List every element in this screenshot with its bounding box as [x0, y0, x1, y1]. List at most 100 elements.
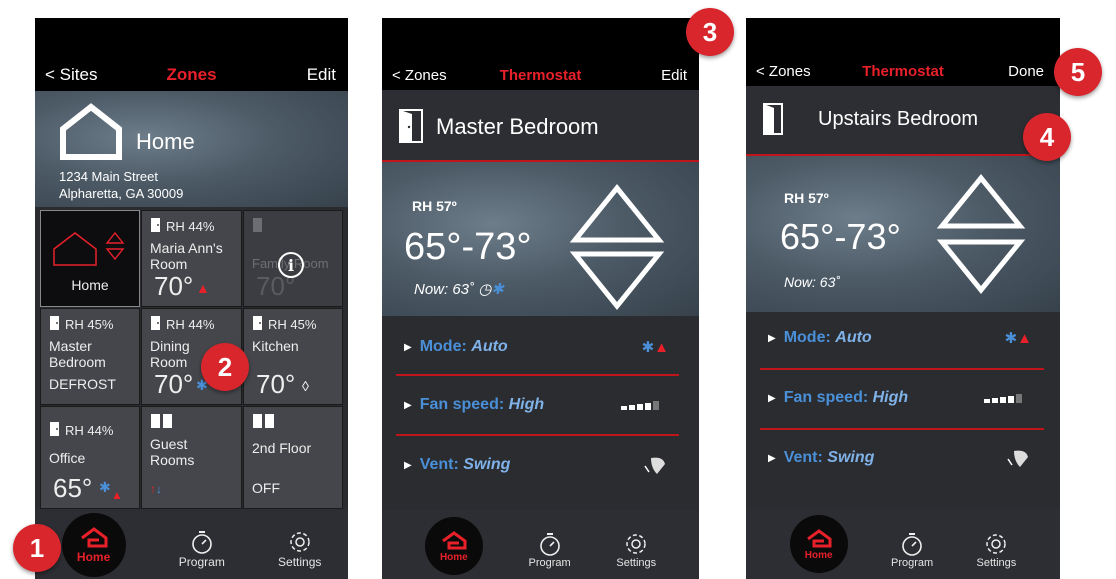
decrease-temp-button[interactable]: [936, 236, 1026, 296]
tab-label: Program: [178, 555, 225, 569]
fan-speed-row[interactable]: ▶ Fan speed: High: [746, 370, 1060, 426]
tab-label: Settings: [976, 557, 1017, 569]
setting-value: Auto: [835, 329, 872, 346]
stopwatch-icon: [902, 533, 922, 556]
tab-bar: Home Program Settings: [746, 507, 1060, 579]
tab-program[interactable]: Program: [891, 531, 933, 579]
status-bar: [746, 18, 1060, 56]
zone-name: Master Bedroom: [49, 338, 106, 370]
setting-value: High: [508, 396, 545, 413]
zone-tile-kitchen[interactable]: RH 45% Kitchen 70° ◊: [243, 308, 343, 405]
snowflake-icon: ✱: [99, 479, 111, 495]
back-to-zones-button[interactable]: < Zones: [756, 63, 811, 80]
callout-badge-4: 4: [1023, 113, 1071, 161]
door-icon: [150, 315, 162, 334]
callout-badge-5: 5: [1054, 48, 1102, 96]
setting-key: Fan speed:: [783, 389, 869, 406]
zone-name: 2nd Floor: [252, 440, 312, 456]
site-name: Home: [136, 129, 195, 154]
tab-label: Program: [891, 557, 934, 569]
droplet-icon: ◊: [302, 378, 309, 394]
vent-row[interactable]: ▶ Vent: Swing: [382, 436, 699, 494]
humidity: RH 44%: [65, 423, 114, 438]
tab-settings[interactable]: Settings: [976, 531, 1017, 579]
zone-temp: 65°: [53, 473, 93, 503]
site-header: Home 1234 Main Street Alpharetta, GA 300…: [35, 91, 348, 207]
tab-home[interactable]: Home: [424, 517, 483, 579]
setting-key: Vent:: [783, 449, 823, 466]
mode-row[interactable]: ▶ Mode: Auto ✱▲: [382, 318, 699, 376]
site-address-line1: 1234 Main Street: [59, 169, 159, 184]
setting-key: Mode:: [783, 329, 831, 346]
vent-swing-icon: [644, 457, 665, 474]
tab-bar: Home Program Settings: [382, 510, 699, 579]
zone-temp: 70°: [154, 369, 194, 399]
flame-icon: ▲: [196, 280, 210, 296]
zone-tile-master-bedroom[interactable]: RH 45% Master Bedroom DEFROST: [40, 308, 140, 405]
done-button[interactable]: Done: [1008, 63, 1044, 80]
increase-temp-button[interactable]: [936, 172, 1026, 232]
tab-program[interactable]: Program: [179, 529, 225, 579]
back-to-zones-button[interactable]: < Zones: [392, 67, 447, 84]
decrease-temp-button[interactable]: [569, 248, 665, 312]
zone-temp: 70°: [154, 271, 194, 301]
setpoint-range: 65°-73°: [780, 216, 901, 257]
callout-badge-1: 1: [13, 524, 61, 572]
setting-key: Fan speed:: [419, 396, 505, 413]
humidity: RH 57º: [784, 190, 829, 206]
tab-bar: Home Program Settings: [35, 509, 348, 579]
setting-key: Mode:: [419, 338, 467, 355]
stopwatch-icon: [191, 531, 212, 554]
zone-name: Master Bedroom: [436, 114, 599, 139]
fan-speed-row[interactable]: ▶ Fan speed: High: [382, 376, 699, 434]
zone-name: Dining Room: [150, 338, 190, 370]
callout-badge-2: 2: [201, 343, 249, 391]
zone-tile-family-room[interactable]: Family Room 70° i: [243, 210, 343, 307]
humidity: RH 57º: [412, 198, 457, 214]
zone-name: Maria Ann's Room: [150, 240, 223, 272]
mode-icon: ✱▲: [641, 339, 669, 356]
zone-tile-home[interactable]: Home: [40, 210, 140, 307]
vent-row[interactable]: ▶ Vent: Swing: [746, 430, 1060, 486]
door-icon: [150, 217, 162, 236]
zone-label: Home: [71, 277, 109, 293]
nav-bar: < Zones Thermostat Done: [746, 56, 1060, 86]
fan-speed-icon: [984, 394, 1022, 403]
tab-label: Home: [804, 549, 833, 561]
zone-status: OFF: [252, 480, 280, 496]
back-to-sites-button[interactable]: < Sites: [45, 65, 97, 85]
flame-icon: ▲: [111, 488, 123, 502]
zone-tile-maria-ann[interactable]: RH 44% Maria Ann's Room 70° ▲: [141, 210, 242, 307]
tab-home[interactable]: Home: [789, 515, 848, 579]
zone-temp: 70°: [256, 369, 296, 399]
status-bar: [382, 18, 699, 60]
zone-header: Upstairs Bedroom: [746, 86, 1060, 154]
door-icon: [49, 315, 61, 334]
setting-value: Swing: [463, 456, 511, 473]
humidity: RH 45%: [65, 317, 114, 332]
door-icon: [763, 103, 783, 135]
door-icon: [399, 109, 423, 143]
double-door-icon: [252, 414, 276, 432]
tab-settings[interactable]: Settings: [616, 531, 656, 579]
home-icon: [80, 527, 108, 548]
info-icon[interactable]: i: [278, 252, 304, 278]
zone-tile-2nd-floor[interactable]: 2nd Floor OFF: [243, 406, 343, 509]
increase-temp-button[interactable]: [569, 182, 665, 246]
zones-screen: < Sites Zones Edit Home 1234 Main Street…: [35, 18, 348, 579]
tab-home[interactable]: Home: [61, 513, 126, 579]
home-icon: [806, 528, 832, 547]
zone-name: Guest Rooms: [150, 436, 195, 468]
zone-tile-guest-rooms[interactable]: Guest Rooms ↑↓: [141, 406, 242, 509]
zone-tile-office[interactable]: RH 44% Office 65° ✱ ▲: [40, 406, 140, 509]
current-temp: Now: 63˚: [784, 274, 841, 290]
tab-label: Home: [76, 550, 111, 564]
tab-program[interactable]: Program: [529, 531, 571, 579]
edit-button[interactable]: Edit: [661, 67, 687, 84]
thermostat-screen-upstairs: < Zones Thermostat Done Upstairs Bedroom…: [746, 18, 1060, 579]
setting-value: Swing: [827, 449, 875, 466]
zone-name: Office: [49, 450, 86, 466]
tab-settings[interactable]: Settings: [278, 529, 321, 579]
mode-row[interactable]: ▶ Mode: Auto ✱▲: [746, 310, 1060, 366]
edit-button[interactable]: Edit: [307, 65, 336, 85]
